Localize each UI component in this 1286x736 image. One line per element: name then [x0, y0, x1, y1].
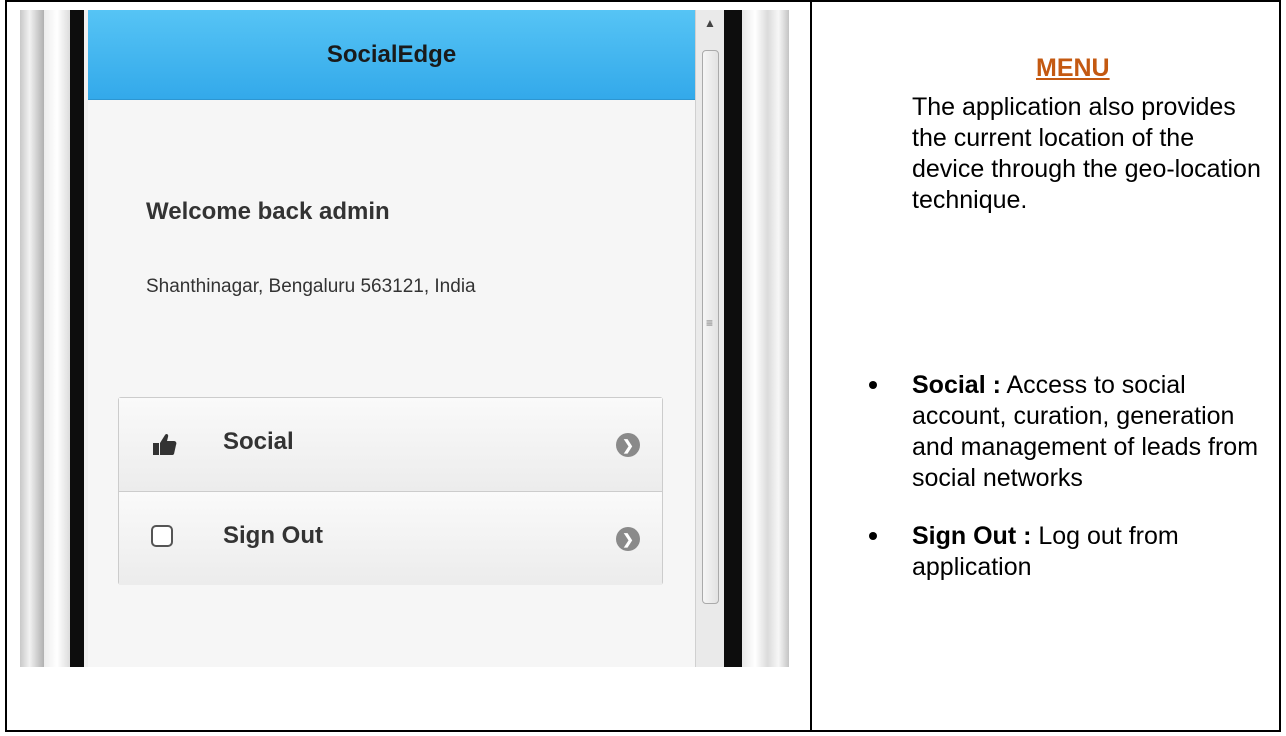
app-screen: SocialEdge Welcome back admin Shanthinag… [88, 10, 695, 667]
device-frame [20, 10, 44, 667]
vertical-scrollbar[interactable]: ▲ ≡ [695, 10, 724, 667]
device-frame [724, 10, 742, 667]
scroll-up-arrow-icon[interactable]: ▲ [704, 16, 716, 30]
feature-list: Social : Access to social account, curat… [869, 370, 1267, 610]
welcome-text: Welcome back admin [146, 198, 390, 225]
column-divider [810, 2, 812, 730]
scrollbar-thumb[interactable]: ≡ [702, 50, 719, 604]
menu-item-social[interactable]: Social ❯ [119, 398, 662, 492]
device-frame [742, 10, 768, 667]
list-item: Sign Out : Log out from application [869, 521, 1267, 583]
location-text: Shanthinagar, Bengaluru 563121, India [146, 276, 476, 297]
phone-screenshot: SocialEdge Welcome back admin Shanthinag… [20, 10, 789, 667]
menu-list: Social ❯ Sign Out ❯ [118, 397, 663, 585]
thumbs-up-icon [153, 433, 177, 455]
checkbox-icon [151, 525, 173, 547]
bullet-term: Sign Out : [912, 522, 1032, 550]
chevron-right-icon: ❯ [616, 433, 640, 457]
app-header: SocialEdge [88, 10, 695, 100]
device-frame [44, 10, 70, 667]
menu-item-label: Sign Out [223, 522, 323, 549]
device-frame [768, 10, 789, 667]
grip-icon: ≡ [706, 316, 714, 330]
chevron-right-icon: ❯ [616, 527, 640, 551]
menu-item-sign-out[interactable]: Sign Out ❯ [119, 492, 662, 585]
description-text: The application also provides the curren… [912, 93, 1261, 214]
app-title: SocialEdge [326, 40, 457, 68]
section-heading: MENU [1036, 54, 1110, 82]
menu-item-label: Social [223, 428, 294, 455]
device-frame [70, 10, 84, 667]
list-item: Social : Access to social account, curat… [869, 370, 1267, 494]
bullet-term: Social : [912, 371, 1001, 399]
